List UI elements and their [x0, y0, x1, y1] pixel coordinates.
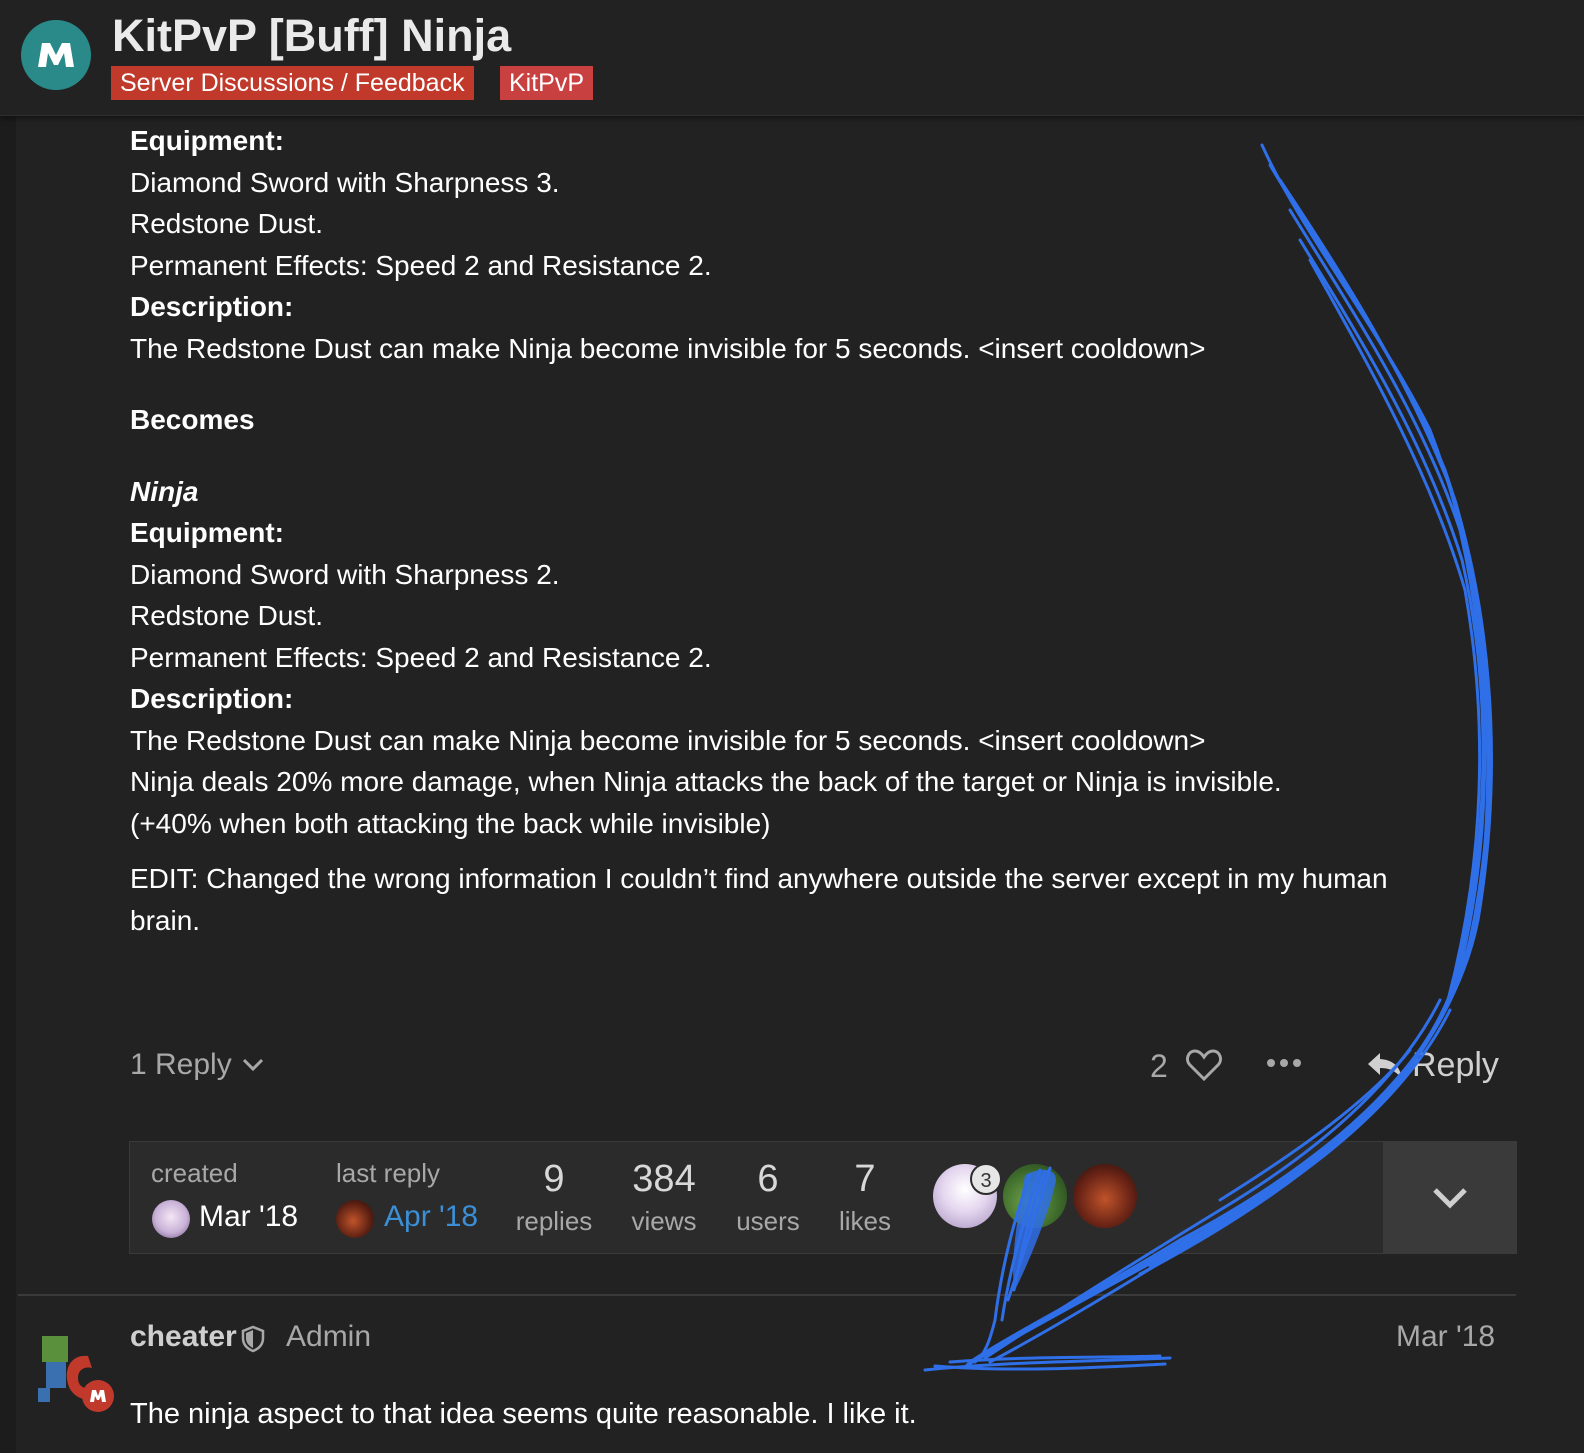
equipment-heading-2: Equipment:	[130, 517, 284, 548]
like-button[interactable]	[1186, 1048, 1222, 1087]
description-text: Ninja deals 20% more damage, when Ninja …	[130, 766, 1282, 797]
description-text: (+40% when both attacking the back while…	[130, 807, 771, 839]
users-label: users	[736, 1206, 800, 1236]
category-badge-kitpvp[interactable]: KitPvP	[500, 66, 594, 100]
edit-note: brain.	[130, 904, 201, 936]
likes-count: 7	[854, 1158, 876, 1200]
likes-label: likes	[838, 1206, 891, 1236]
topic-map: created Mar '18 last reply Apr '18 9 rep…	[129, 1141, 1517, 1254]
user-avatar-image	[38, 1336, 114, 1412]
created-label: created	[151, 1158, 238, 1188]
more-actions-button[interactable]	[1266, 1056, 1302, 1074]
created-date: Mar '18	[199, 1200, 299, 1233]
logo-mark	[38, 43, 74, 67]
show-replies-button[interactable]: 1 Reply	[130, 1048, 264, 1082]
users-count: 6	[757, 1158, 779, 1200]
avatar[interactable]	[152, 1200, 190, 1238]
post-date[interactable]: Mar '18	[1396, 1320, 1495, 1354]
avatar[interactable]	[1073, 1164, 1137, 1228]
topic-title[interactable]: KitPvP [Buff] Ninja	[112, 10, 511, 62]
left-rail	[0, 116, 16, 1453]
equipment-item: Permanent Effects: Speed 2 and Resistanc…	[130, 641, 712, 673]
equipment-item: Diamond Sword with Sharpness 3.	[130, 166, 560, 198]
equipment-item: Redstone Dust.	[130, 600, 323, 631]
equipment-item: Diamond Sword with Sharpness 2.	[130, 558, 560, 590]
equipment-item: Redstone Dust.	[130, 208, 323, 239]
expand-topic-map-button[interactable]	[1383, 1142, 1516, 1253]
description-heading-1: Description:	[130, 291, 294, 322]
reply-button[interactable]: Reply	[1366, 1046, 1499, 1085]
post-actions: 1 Reply 2 Reply	[0, 1042, 1584, 1092]
replies-count: 9	[543, 1158, 565, 1200]
like-count[interactable]: 2	[1150, 1048, 1168, 1085]
replies-label: replies	[515, 1206, 593, 1236]
views-count: 384	[632, 1158, 696, 1200]
last-reply-date[interactable]: Apr '18	[384, 1200, 478, 1234]
edit-note: EDIT: Changed the wrong information I co…	[130, 863, 1388, 894]
logo-icon[interactable]	[21, 20, 91, 90]
reply-arrow-icon	[1368, 1052, 1402, 1079]
becomes-heading: Becomes	[130, 404, 255, 435]
description-heading-2: Description:	[130, 683, 294, 714]
equipment-heading-1: Equipment:	[130, 125, 284, 156]
username[interactable]: cheater	[130, 1320, 237, 1354]
shield-icon	[241, 1325, 265, 1358]
category-badge-server-discussions[interactable]: Server Discussions / Feedback	[111, 66, 474, 100]
reply-label: Reply	[1412, 1046, 1499, 1084]
post-body: Equipment: Diamond Sword with Sharpness …	[130, 120, 1510, 941]
user-title: Admin	[286, 1320, 372, 1353]
topic-header: KitPvP [Buff] Ninja Server Discussions /…	[0, 0, 1584, 116]
last-reply-label: last reply	[336, 1158, 441, 1188]
chevron-down-icon	[242, 1058, 263, 1072]
chevron-down-icon	[1432, 1187, 1467, 1209]
post-divider	[18, 1294, 1516, 1296]
reply-count-label: 1 Reply	[130, 1048, 232, 1081]
description-text: The Redstone Dust can make Ninja become …	[130, 724, 1206, 756]
avatar[interactable]	[1003, 1164, 1067, 1228]
views-label: views	[631, 1206, 697, 1236]
avatar[interactable]	[28, 1328, 118, 1418]
post-text: The ninja aspect to that idea seems quit…	[130, 1398, 917, 1430]
description-text: The Redstone Dust can make Ninja become …	[130, 332, 1206, 364]
heart-icon	[1186, 1049, 1222, 1082]
avatar[interactable]	[336, 1200, 374, 1238]
kit-name: Ninja	[130, 475, 199, 507]
post-count-badge: 3	[970, 1163, 1002, 1195]
ellipsis-icon	[1267, 1059, 1301, 1067]
equipment-item: Permanent Effects: Speed 2 and Resistanc…	[130, 249, 712, 281]
